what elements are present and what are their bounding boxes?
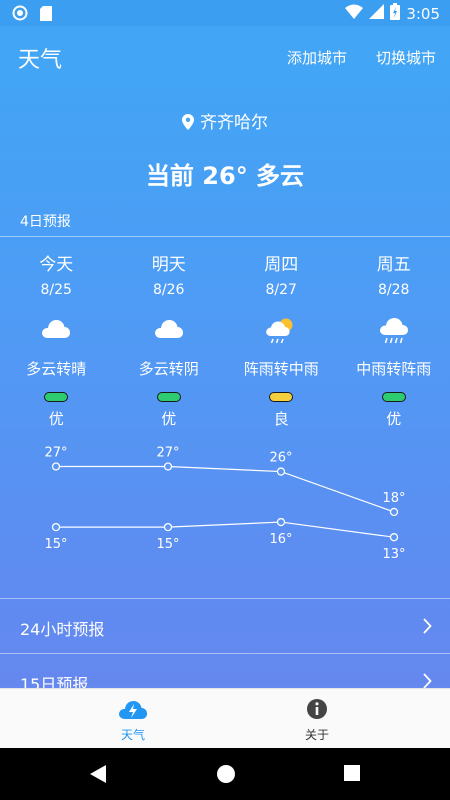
status-time: 3:05 [406,4,440,23]
forecast-day: 周五 8/28 中雨转阵雨 优 [338,250,450,430]
temperature-chart: 27° 27° 26° 18° 15° 15° 16° 13° [44,446,405,563]
day-name: 周四 [264,255,299,275]
nav-about-tab[interactable]: 关于 [287,697,347,743]
nav-weather-label: 天气 [120,728,145,742]
forecast-day: 周四 8/27 阵雨转中雨 良 [225,250,338,430]
cloud-icon [0,316,113,350]
day-name: 周五 [376,255,411,275]
low-temp-point [163,522,173,532]
air-quality-bar [381,392,406,402]
forecast-title: 4日预报 [20,214,71,230]
low-temp-point [276,517,286,527]
cloud-lightning-icon [103,697,163,724]
air-quality-bar [269,392,294,402]
info-icon [287,697,347,724]
current-weather: 当前 26° 多云 [145,162,305,190]
low-temp-label: 15° [156,537,179,552]
bottom-navigation: 天气 关于 [0,688,450,748]
day-date: 8/25 [40,282,72,298]
day-condition: 阵雨转中雨 [243,360,319,378]
hourly-forecast-row[interactable]: 24小时预报 [0,599,450,653]
day-date: 8/28 [378,282,410,298]
high-temp-label: 27° [44,446,67,461]
day-name: 今天 [39,255,74,275]
nav-weather-tab[interactable]: 天气 [103,697,163,743]
high-temp-label: 27° [156,446,179,461]
weather-screen: x 3:05 天气 添加城市 切换城市 齐齐哈尔 当前 26° 多云 4日预报 … [0,0,450,748]
high-temp-label: 18° [382,491,405,506]
back-icon[interactable] [89,764,107,788]
day-date: 8/26 [153,282,185,298]
air-quality-bar [44,392,69,402]
switch-city-button[interactable]: 切换城市 [376,47,436,68]
chevron-right-icon [422,618,432,638]
wifi-icon: x [345,4,364,23]
high-temp-point [276,467,286,476]
cloud-rain-icon [338,316,450,350]
sd-card-icon [40,5,52,25]
day-condition: 多云转阴 [138,360,199,378]
high-temp-point [389,507,399,517]
air-quality-bar [156,392,181,402]
forecast-day: 明天 8/26 多云转阴 优 [113,250,226,430]
low-temp-point [51,522,61,532]
recents-icon[interactable] [343,764,361,786]
divider [0,236,450,237]
city-name: 齐齐哈尔 [200,113,268,133]
app-title: 天气 [18,48,63,73]
status-bar: x 3:05 [0,0,450,26]
high-temp-point [163,462,173,471]
cloud-icon [113,316,226,350]
day-condition: 中雨转阵雨 [356,360,432,378]
sun-rain-icon [225,316,338,350]
low-temp-point [389,533,399,542]
forecast-days: 今天 8/25 多云转晴 优 明天 8/26 多云转阴 优 周四 8/27 阵雨… [0,250,450,430]
location-label: 齐齐哈尔 [0,108,450,135]
air-quality-text: 良 [273,410,289,428]
hourly-forecast-label: 24小时预报 [20,620,105,639]
low-temp-label: 16° [269,532,292,547]
battery-icon [390,3,401,24]
location-pin-icon [182,114,194,135]
air-quality-text: 优 [48,410,64,428]
add-city-button[interactable]: 添加城市 [287,47,347,68]
day-condition: 多云转晴 [26,360,87,378]
low-temp-line [56,521,395,538]
app-bar: 天气 添加城市 切换城市 [0,26,450,88]
home-icon[interactable] [216,764,236,788]
signal-icon [369,4,385,23]
high-temp-label: 26° [269,451,292,466]
forecast-day: 今天 8/25 多云转晴 优 [0,250,113,430]
system-navigation-bar [0,748,450,800]
air-quality-text: 优 [161,410,177,428]
notification-icon [12,5,28,25]
air-quality-text: 优 [386,410,402,428]
day-name: 明天 [151,255,186,275]
high-temp-line [56,465,395,513]
nav-about-label: 关于 [304,728,329,742]
svg-text:x: x [357,12,361,19]
day-date: 8/27 [265,282,297,298]
high-temp-point [51,462,61,471]
low-temp-label: 13° [382,547,405,562]
low-temp-label: 15° [44,537,67,552]
